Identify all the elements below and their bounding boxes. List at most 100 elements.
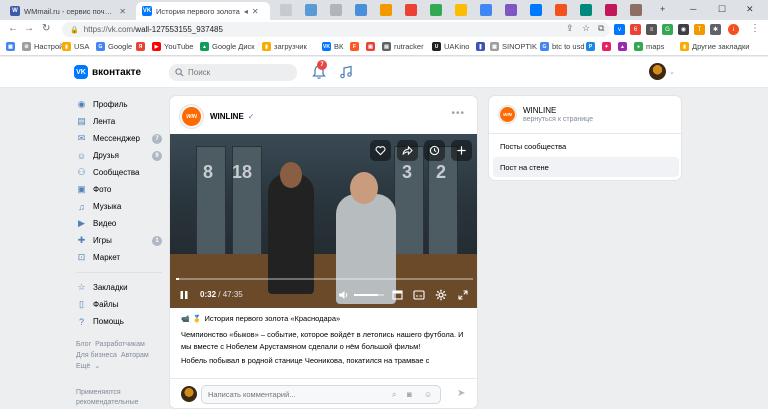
- nav-item-market[interactable]: ⊡ Маркет: [76, 249, 164, 266]
- bookmark-item[interactable]: U UAKino: [432, 42, 469, 51]
- pinned-tab[interactable]: [530, 4, 542, 16]
- pinned-tab[interactable]: [330, 4, 342, 16]
- pinned-tab[interactable]: [430, 4, 442, 16]
- close-tab-icon[interactable]: ✕: [252, 7, 259, 16]
- nav-item-music[interactable]: ♫ Музыка: [76, 198, 164, 215]
- vk-logo[interactable]: VK вконтакте: [74, 65, 141, 79]
- footer-link[interactable]: Для бизнеса: [76, 352, 117, 359]
- music-note-icon[interactable]: [339, 65, 353, 79]
- bookmark-item[interactable]: ▶ YouTube: [152, 42, 193, 51]
- camera-icon[interactable]: ◙: [407, 390, 412, 399]
- pinned-tab[interactable]: [380, 4, 392, 16]
- add-video-button[interactable]: [451, 140, 472, 161]
- browser-tab[interactable]: W WMmail.ru - сервис почтовых ре ✕: [4, 2, 132, 20]
- user-avatar[interactable]: [649, 63, 666, 80]
- nav-item-feed[interactable]: ▤ Лента: [76, 113, 164, 130]
- reload-icon[interactable]: ↻: [42, 23, 50, 34]
- forward-icon[interactable]: →: [24, 23, 34, 34]
- extensions-puzzle-icon[interactable]: ✱: [710, 24, 721, 35]
- pinned-tab[interactable]: [480, 4, 492, 16]
- bookmark-item[interactable]: ▤ rutracker: [382, 42, 424, 51]
- browser-menu-icon[interactable]: ⋮: [750, 23, 760, 34]
- bookmark-item[interactable]: Я: [136, 42, 148, 51]
- back-icon[interactable]: ←: [8, 23, 18, 34]
- more-options-icon[interactable]: •••: [451, 108, 465, 119]
- new-tab-icon[interactable]: +: [660, 4, 665, 14]
- extension-icon[interactable]: T: [694, 24, 705, 35]
- bookmark-star-icon[interactable]: ☆: [582, 23, 590, 34]
- pinned-tab[interactable]: [505, 4, 517, 16]
- extension-adblock-icon[interactable]: 6: [630, 24, 641, 35]
- nav-item-friends[interactable]: ☺ Друзья 9: [76, 147, 164, 164]
- chevron-down-icon[interactable]: ⌄: [669, 68, 675, 76]
- footer-link[interactable]: Ещё: [76, 363, 90, 370]
- nav-item-files[interactable]: ▯ Файлы: [76, 296, 164, 313]
- extension-vk-icon[interactable]: v: [614, 24, 625, 35]
- watch-later-button[interactable]: [424, 140, 445, 161]
- extension-icon[interactable]: G: [662, 24, 673, 35]
- extension-icon[interactable]: ≡: [646, 24, 657, 35]
- bookmark-item[interactable]: VK ВК: [322, 42, 343, 51]
- bookmark-item[interactable]: ▮ USA: [62, 42, 89, 51]
- back-to-page-link[interactable]: вернуться к странице: [523, 116, 593, 123]
- pinned-tab[interactable]: [630, 4, 642, 16]
- mute-tab-icon[interactable]: ◂: [244, 7, 248, 16]
- community-posts-link[interactable]: Посты сообщества: [493, 136, 679, 156]
- pause-icon[interactable]: [179, 290, 189, 300]
- profile-icon[interactable]: i: [728, 24, 739, 35]
- miniplayer-icon[interactable]: [392, 290, 403, 300]
- bookmark-item[interactable]: F: [350, 42, 362, 51]
- nav-item-games[interactable]: ✚ Игры 1: [76, 232, 164, 249]
- attach-icon[interactable]: ⌕: [392, 390, 396, 400]
- settings-gear-icon[interactable]: [435, 289, 447, 301]
- bookmark-item[interactable]: ● maps: [634, 42, 664, 51]
- search-input[interactable]: [188, 68, 288, 77]
- browser-tab-active[interactable]: VK История первого золота ◂ ✕: [136, 2, 270, 20]
- bookmark-item[interactable]: ▦ SINOPTIK: [490, 42, 537, 51]
- pinned-tab[interactable]: [580, 4, 592, 16]
- bookmark-item[interactable]: ▮ загрузчик: [262, 42, 307, 51]
- fullscreen-icon[interactable]: [458, 290, 468, 300]
- volume-icon[interactable]: [338, 290, 349, 300]
- pinned-tab[interactable]: [305, 4, 317, 16]
- bookmark-item[interactable]: G Google: [96, 42, 132, 51]
- video-player[interactable]: 8 18 3 2 0:32 / 47:35: [170, 134, 477, 308]
- search-box[interactable]: [169, 64, 297, 81]
- comment-box[interactable]: ⌕ ◙ ☺: [201, 385, 441, 404]
- bookmark-item[interactable]: ✦: [602, 42, 614, 51]
- subtitles-icon[interactable]: [413, 290, 425, 300]
- bookmark-item[interactable]: ▲ Google Диск: [200, 42, 255, 51]
- maximize-icon[interactable]: ☐: [718, 4, 726, 15]
- community-avatar[interactable]: WIN: [498, 105, 517, 124]
- extension-icon[interactable]: ⧉: [598, 23, 604, 34]
- chevron-down-icon[interactable]: ⌄: [94, 363, 100, 370]
- emoji-icon[interactable]: ☺: [424, 390, 432, 399]
- footer-link[interactable]: Авторам: [121, 352, 149, 359]
- nav-item-photos[interactable]: ▣ Фото: [76, 181, 164, 198]
- bookmark-item[interactable]: ▮ Другие закладки: [680, 42, 749, 51]
- nav-item-video[interactable]: ▶ Видео: [76, 215, 164, 232]
- pinned-tab[interactable]: [355, 4, 367, 16]
- bookmark-item[interactable]: ❚: [476, 42, 488, 51]
- bookmark-item[interactable]: ▲: [618, 42, 630, 51]
- like-video-button[interactable]: [370, 140, 391, 161]
- video-progress-bar[interactable]: [176, 278, 473, 280]
- pinned-tab[interactable]: [280, 4, 292, 16]
- nav-item-communities[interactable]: ⚇ Сообщества: [76, 164, 164, 181]
- bookmark-item[interactable]: ▣: [366, 42, 378, 51]
- close-tab-icon[interactable]: ✕: [119, 7, 126, 16]
- pinned-tab[interactable]: [605, 4, 617, 16]
- pinned-tab[interactable]: [455, 4, 467, 16]
- share-video-button[interactable]: [397, 140, 418, 161]
- volume-slider[interactable]: [354, 294, 384, 296]
- bookmark-item[interactable]: Gbtc to usd: [540, 42, 585, 51]
- footer-link[interactable]: Разработчикам: [95, 341, 145, 348]
- bookmark-apps-icon[interactable]: ▦: [6, 42, 18, 51]
- nav-item-bookmarks[interactable]: ☆ Закладки: [76, 279, 164, 296]
- extension-icon[interactable]: ◉: [678, 24, 689, 35]
- nav-item-help[interactable]: ? Помощь: [76, 313, 164, 330]
- author-avatar[interactable]: WIN: [179, 104, 204, 129]
- bookmark-item[interactable]: P: [586, 42, 598, 51]
- close-window-icon[interactable]: ✕: [746, 4, 754, 15]
- wall-post-link[interactable]: Пост на стене: [493, 157, 679, 177]
